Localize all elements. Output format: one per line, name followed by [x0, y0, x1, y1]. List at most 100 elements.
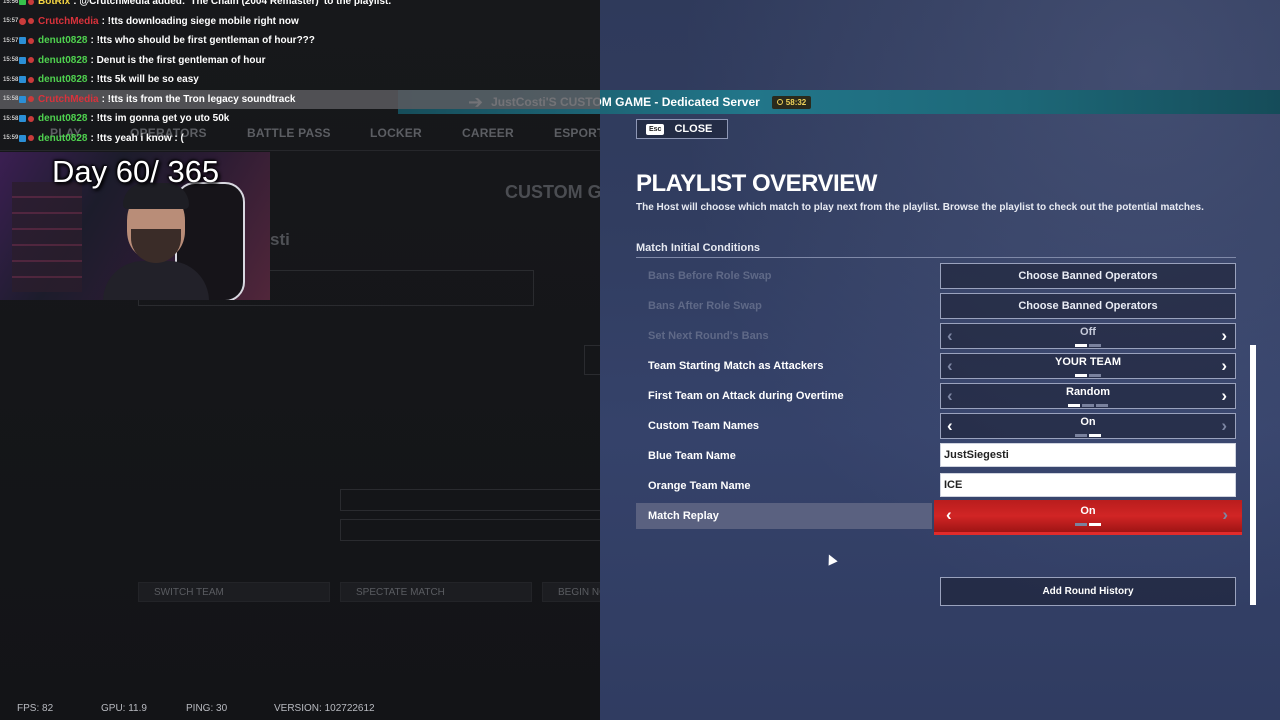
esc-key-icon: Esc [646, 123, 665, 135]
chat-role-icon [28, 0, 34, 5]
setting-row-first-team-overtime: First Team on Attack during Overtime ‹ R… [636, 383, 1236, 409]
option-indicator [1075, 344, 1101, 347]
chat-username[interactable]: denut0828 [38, 113, 87, 124]
option-selector[interactable]: ‹ On › [934, 500, 1242, 532]
chat-role-icon [28, 96, 34, 103]
chat-text: : !tts its from the Tron legacy soundtra… [101, 93, 296, 105]
selector-value: On [1080, 416, 1096, 428]
chat-badge-icon [19, 17, 26, 25]
chevron-right-icon[interactable]: › [1221, 417, 1227, 434]
chat-message: 15:58 denut0828: !tts 5k will be so easy [0, 70, 600, 90]
section-heading: Match Initial Conditions [636, 242, 761, 254]
chevron-right-icon[interactable]: › [1221, 357, 1227, 374]
setting-row-team-starting-attackers: Team Starting Match as Attackers ‹ YOUR … [636, 353, 1236, 379]
chat-message: 15:58 CrutchMedia: !tts its from the Tron… [0, 89, 600, 109]
setting-row-set-next-rounds-bans: Set Next Round's Bans ‹ Off › [636, 323, 1236, 349]
setting-label: Custom Team Names [648, 420, 760, 432]
choose-banned-operators-button[interactable]: Choose Banned Operators [940, 263, 1236, 289]
chat-role-icon [28, 135, 34, 142]
setting-label: Blue Team Name [648, 450, 736, 462]
chat-message: 15:56 BotRix: @CrutchMedia added: 'The Ch… [0, 0, 600, 12]
chat-username[interactable]: CrutchMedia [38, 94, 99, 105]
orange-team-name-input[interactable]: ICE [940, 473, 1236, 497]
chevron-right-icon[interactable]: › [1222, 506, 1228, 523]
chat-timestamp: 15:58 [3, 115, 19, 122]
chat-text: : !tts im gonna get yo uto 50k [90, 113, 230, 125]
page-description: The Host will choose which match to play… [636, 202, 1204, 213]
setting-row-bans-after-role-swap: Bans After Role Swap Choose Banned Opera… [636, 293, 1236, 319]
chat-timestamp: 15:56 [3, 0, 19, 5]
custom-game-title: CUSTOM GA [505, 182, 600, 202]
option-indicator [1075, 434, 1101, 437]
add-round-history-button[interactable]: Add Round History [940, 577, 1236, 606]
close-label: CLOSE [674, 123, 713, 135]
chat-username[interactable]: denut0828 [38, 133, 87, 144]
setting-label: Match Replay [636, 503, 932, 529]
chevron-right-icon[interactable]: › [1221, 387, 1227, 404]
ping-stat: PING: 30 [186, 703, 228, 714]
chevron-right-icon[interactable]: › [1221, 327, 1227, 344]
timer-value: 58:32 [785, 97, 807, 107]
chat-text: : !tts yeah i know : ( [90, 132, 184, 144]
selector-value: Off [1080, 326, 1096, 338]
version-stat: VERSION: 102722612 [274, 703, 375, 714]
option-indicator [1075, 374, 1101, 377]
button-label: Choose Banned Operators [1018, 270, 1158, 282]
chat-timestamp: 15:59 [3, 135, 19, 142]
chat-badge-icon [19, 95, 26, 103]
day-counter: Day 60/ 365 [52, 154, 220, 189]
chat-timestamp: 15:58 [3, 57, 19, 64]
option-selector[interactable]: ‹ Random › [940, 383, 1236, 409]
chat-timestamp: 15:57 [3, 37, 19, 44]
selector-value: On [1080, 505, 1096, 517]
chat-username[interactable]: BotRix [38, 0, 70, 7]
chat-timestamp: 15:57 [3, 18, 19, 25]
setting-label: Orange Team Name [648, 480, 751, 492]
server-timer: 58:32 [771, 95, 812, 109]
option-selector[interactable]: ‹ Off › [940, 323, 1236, 349]
choose-banned-operators-button[interactable]: Choose Banned Operators [940, 293, 1236, 319]
setting-row-orange-team-name: Orange Team Name ICE [636, 473, 1236, 499]
chat-username[interactable]: denut0828 [38, 35, 87, 46]
chat-text: : !tts downloading siege mobile right no… [101, 15, 299, 27]
setting-label: Bans Before Role Swap [648, 270, 772, 282]
webcam-shelf [12, 182, 82, 292]
nav-divider [0, 150, 600, 151]
option-selector[interactable]: ‹ On › [940, 413, 1236, 439]
setting-label: Set Next Round's Bans [648, 330, 769, 342]
option-selector[interactable]: ‹ YOUR TEAM › [940, 353, 1236, 379]
chat-message: 15:58 denut0828: !tts im gonna get yo uto… [0, 109, 600, 129]
fps-stat: FPS: 82 [17, 703, 54, 714]
option-indicator [1075, 523, 1101, 526]
blue-team-name-input[interactable]: JustSiegesti [940, 443, 1236, 467]
spectate-match-button[interactable]: SPECTATE MATCH [340, 582, 532, 602]
chat-text: : !tts who should be first gentleman of … [90, 35, 315, 47]
chat-badge-icon [19, 0, 26, 6]
section-divider [636, 257, 1236, 258]
page-title: PLAYLIST OVERVIEW [636, 170, 877, 197]
setting-label: Bans After Role Swap [648, 300, 762, 312]
chat-timestamp: 15:58 [3, 96, 19, 103]
setting-row-blue-team-name: Blue Team Name JustSiegesti [636, 443, 1236, 469]
setting-label: Team Starting Match as Attackers [648, 360, 824, 372]
begin-now-button[interactable]: BEGIN NOW [542, 582, 600, 602]
chat-role-icon [28, 115, 34, 122]
chat-role-icon [28, 37, 34, 44]
chat-message: 15:57 denut0828: !tts who should be first… [0, 31, 600, 51]
chat-badge-icon [19, 37, 26, 45]
clock-icon [776, 98, 783, 105]
switch-team-button[interactable]: SWITCH TEAM [138, 582, 330, 602]
chat-role-icon [28, 76, 34, 83]
chat-username[interactable]: CrutchMedia [38, 16, 99, 27]
chat-role-icon [28, 18, 34, 25]
scrollbar[interactable] [1250, 345, 1256, 605]
setting-row-match-replay[interactable]: Match Replay ‹ On › [636, 500, 1242, 532]
chat-username[interactable]: denut0828 [38, 55, 87, 66]
chat-username[interactable]: denut0828 [38, 74, 87, 85]
selector-value: Random [1066, 386, 1110, 398]
chat-badge-icon [19, 115, 26, 123]
option-indicator [1068, 404, 1108, 407]
close-button[interactable]: Esc CLOSE [636, 119, 728, 139]
chat-badge-icon [19, 56, 26, 64]
chat-text: : Denut is the first gentleman of hour [90, 54, 266, 66]
